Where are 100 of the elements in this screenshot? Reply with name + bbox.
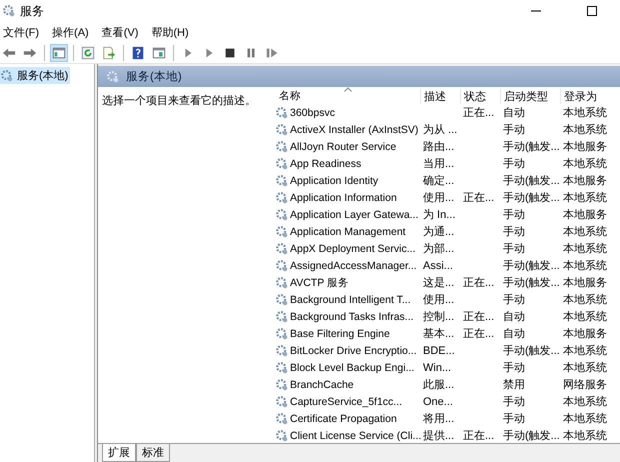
table-cell: 本地系统 (563, 226, 607, 238)
table-cell: BDE... (423, 344, 455, 356)
table-cell: AssignedAccessManager... (290, 260, 417, 272)
table-cell: AppX Deployment Servic... (290, 242, 416, 254)
table-cell: Application Information (290, 192, 397, 204)
table-cell: 将用... (423, 413, 454, 425)
table-cell: 本地服务 (563, 141, 607, 153)
table-cell: 手动(触发... (503, 430, 560, 442)
table-cell: 为从 ... (423, 124, 458, 136)
table-cell: 正在... (463, 430, 494, 442)
column-header[interactable]: 状态 (461, 89, 501, 104)
table-cell: 本地系统 (563, 260, 607, 272)
table-cell: 当用... (423, 158, 454, 170)
table-cell: Assi... (423, 260, 453, 272)
table-cell: 手动(触发... (503, 141, 560, 153)
table-cell: AllJoyn Router Service (290, 140, 396, 152)
table-cell: 确定... (423, 175, 454, 187)
table-cell: 手动(触发... (503, 175, 560, 187)
column-header[interactable]: 描述 (421, 89, 461, 104)
table-cell: 自动 (503, 107, 525, 119)
table-cell: 本地系统 (563, 311, 607, 323)
description-text: 选择一个项目来查看它的描述。 (102, 95, 256, 107)
table-cell: 手动(触发... (503, 277, 560, 289)
table-cell: 手动(触发... (503, 260, 560, 272)
table-cell: Certificate Propagation (290, 412, 397, 424)
table-cell: 本地系统 (563, 396, 607, 408)
table-cell: 正在... (463, 107, 494, 119)
table-cell: 本地服务 (563, 209, 607, 221)
table-cell: One... (423, 396, 453, 408)
tab[interactable]: 扩展 (102, 444, 136, 462)
table-cell: 手动 (503, 124, 525, 136)
table-cell: 使用... (423, 192, 454, 204)
column-header[interactable]: 启动类型 (501, 89, 561, 104)
table-cell: 手动 (503, 158, 525, 170)
menu-item[interactable]: 文件(F) (2, 24, 40, 40)
table-cell: 本地系统 (563, 107, 607, 119)
table-cell: 为 In... (423, 209, 456, 221)
table-cell: Background Tasks Infras... (290, 310, 414, 322)
table-cell: 控制... (423, 311, 454, 323)
table-cell: 本地系统 (563, 413, 607, 425)
table-cell: 提供... (423, 430, 454, 442)
table-cell: 正在... (463, 192, 494, 204)
table-cell: Block Level Backup Engi... (290, 362, 414, 374)
table-cell: 手动 (503, 226, 525, 238)
table-cell: Application Identity (290, 174, 378, 186)
table-cell: 本地系统 (563, 124, 607, 136)
tab[interactable]: 标准 (136, 444, 170, 462)
table-cell: 禁用 (503, 379, 525, 391)
table-cell: 使用... (423, 294, 454, 306)
table-cell: 手动(触发... (503, 345, 560, 357)
table-cell: 手动 (503, 413, 525, 425)
table-cell: 本地系统 (563, 192, 607, 204)
table-cell: 本地系统 (563, 430, 607, 442)
table-cell: Background Intelligent T... (290, 294, 411, 306)
table-cell: Win... (423, 362, 452, 374)
table-cell: 本地服务 (563, 277, 607, 289)
table-cell: 自动 (503, 328, 525, 340)
table-cell: 网络服务 (563, 379, 607, 391)
table-cell: 本地系统 (563, 158, 607, 170)
table-cell: Client License Service (Cli... (290, 430, 422, 442)
table-cell: 手动(触发... (503, 192, 560, 204)
table-cell: 此服... (423, 379, 454, 391)
table-cell: 手动 (503, 362, 525, 374)
table-cell: 正在... (463, 328, 494, 340)
menu-item[interactable]: 帮助(H) (150, 24, 190, 40)
table-cell: 基本... (423, 328, 454, 340)
table-cell: ActiveX Installer (AxInstSV) (290, 124, 418, 136)
table-cell: 这是... (423, 277, 454, 289)
table-cell: BitLocker Drive Encryptio... (290, 344, 417, 356)
table-cell: CaptureService_5f1cc... (290, 396, 402, 408)
table-cell: 为通... (423, 226, 454, 238)
tree-item[interactable]: 服务(本地) (0, 67, 70, 84)
table-cell: 本地服务 (563, 328, 607, 340)
table-cell: 手动 (503, 294, 525, 306)
table-cell: App Readiness (290, 158, 362, 170)
table-cell: 正在... (463, 277, 494, 289)
table-cell: 本地系统 (563, 243, 607, 255)
table-cell: 手动 (503, 243, 525, 255)
table-cell: BranchCache (290, 378, 354, 390)
table-cell: 本地系统 (563, 345, 607, 357)
window-title: 服务 (20, 2, 44, 20)
table-cell: 本地服务 (563, 175, 607, 187)
menu-item[interactable]: 操作(A) (51, 24, 90, 40)
table-cell: Base Filtering Engine (290, 328, 390, 340)
table-cell: Application Management (290, 226, 406, 238)
table-cell: Application Layer Gatewa... (290, 208, 418, 220)
column-header[interactable]: 名称 (276, 89, 421, 104)
table-cell: AVCTP 服务 (290, 276, 349, 288)
menu-item[interactable]: 查看(V) (100, 24, 140, 40)
table-cell: 自动 (503, 311, 525, 323)
table-cell: 为部... (423, 243, 454, 255)
table-cell: 手动 (503, 396, 525, 408)
table-cell: 360bpsvc (290, 106, 335, 118)
table-cell: 路由... (423, 141, 454, 153)
table-cell: 正在... (463, 311, 494, 323)
table-cell: 手动 (503, 209, 525, 221)
table-cell: 本地系统 (563, 294, 607, 306)
table-cell: 本地系统 (563, 362, 607, 374)
column-header[interactable]: 登录为 (561, 89, 620, 104)
panel-title: 服务(本地) (126, 70, 182, 84)
